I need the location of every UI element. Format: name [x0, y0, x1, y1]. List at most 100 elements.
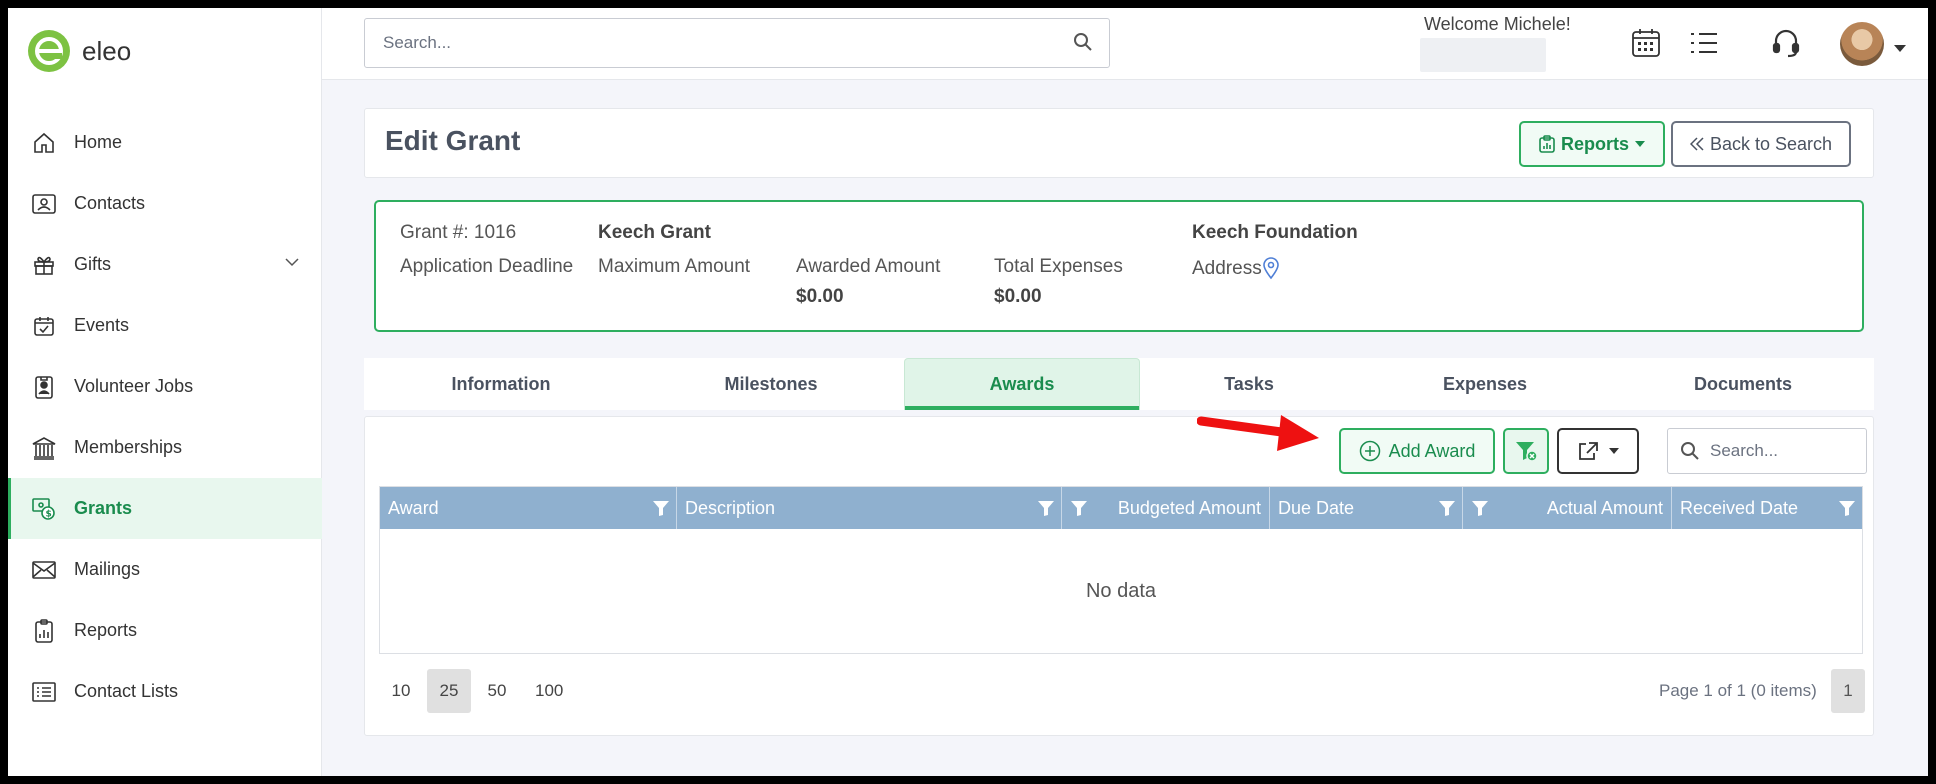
sidebar-item-label: Reports [74, 620, 138, 640]
add-award-button[interactable]: Add Award [1339, 428, 1495, 474]
page-info: Page 1 of 1 (0 items) [1659, 681, 1817, 700]
sidebar-item-events[interactable]: Events [8, 295, 322, 356]
global-search-input[interactable]: Search... [364, 18, 1110, 68]
grant-tabs: Information Milestones Awards Tasks Expe… [364, 358, 1874, 410]
reports-dropdown-button[interactable]: Reports [1519, 121, 1665, 167]
sidebar-item-label: Mailings [74, 559, 141, 579]
envelope-icon [30, 556, 58, 584]
sidebar-item-label: Memberships [74, 437, 183, 457]
double-chevron-left-icon [1689, 137, 1704, 151]
column-label: Actual Amount [1546, 497, 1663, 518]
filter-clear-icon [1516, 442, 1538, 462]
page-size-50[interactable]: 50 [475, 669, 519, 713]
welcome-text: Welcome Michele! [1424, 14, 1571, 34]
awarded-amount-value: $0.00 [796, 286, 844, 307]
column-label: Award [388, 497, 439, 518]
page-number-button[interactable]: 1 [1831, 669, 1865, 713]
foundation-name[interactable]: Keech Foundation [1192, 222, 1358, 244]
application-deadline-label: Application Deadline [400, 256, 574, 277]
page-title: Edit Grant [385, 125, 521, 156]
filter-icon[interactable] [652, 499, 670, 522]
caret-down-icon [1609, 448, 1619, 454]
column-description[interactable]: Description [677, 487, 1062, 529]
sidebar-item-mailings[interactable]: Mailings [8, 539, 322, 600]
grid-search-input[interactable]: Search... [1667, 428, 1867, 474]
tab-expenses[interactable]: Expenses [1358, 358, 1612, 410]
table-header: Award Description Budgeted Amount Due Da… [380, 487, 1862, 529]
sidebar-item-label: Contacts [74, 193, 146, 213]
sidebar-item-label: Volunteer Jobs [74, 376, 194, 396]
filter-icon[interactable] [1471, 499, 1489, 522]
filter-icon[interactable] [1070, 499, 1088, 522]
filter-icon[interactable] [1438, 499, 1456, 522]
task-list-icon[interactable] [1686, 25, 1722, 61]
svg-text:$: $ [46, 509, 52, 519]
caret-down-icon[interactable] [1894, 40, 1906, 58]
sidebar-item-grants[interactable]: $ Grants [8, 478, 322, 539]
column-label: Received Date [1680, 497, 1799, 518]
back-to-search-button[interactable]: Back to Search [1671, 121, 1851, 167]
page-size-100[interactable]: 100 [523, 669, 575, 713]
sidebar-item-volunteer-jobs[interactable]: Volunteer Jobs [8, 356, 322, 417]
grant-summary-card: Grant #: 1016 Application Deadline Keech… [374, 200, 1864, 332]
search-icon [1680, 441, 1700, 466]
headset-support-icon[interactable] [1768, 25, 1804, 61]
avatar[interactable] [1840, 22, 1884, 66]
map-pin-icon[interactable] [1262, 256, 1280, 286]
page-size-25[interactable]: 25 [427, 669, 471, 713]
column-label: Description [685, 497, 776, 518]
filter-icon[interactable] [1838, 499, 1856, 522]
clipboard-chart-icon [30, 617, 58, 645]
tab-label: Awards [989, 374, 1055, 394]
tab-information[interactable]: Information [364, 358, 638, 410]
maximum-amount-label: Maximum Amount [598, 256, 751, 277]
page-size-selector: 10 25 50 100 [379, 669, 575, 713]
column-budgeted-amount[interactable]: Budgeted Amount [1062, 487, 1270, 529]
contact-card-icon [30, 190, 58, 218]
chevron-down-icon[interactable] [284, 254, 300, 275]
tab-label: Information [451, 373, 551, 394]
column-award[interactable]: Award [380, 487, 677, 529]
column-due-date[interactable]: Due Date [1270, 487, 1463, 529]
search-icon[interactable] [1073, 32, 1093, 57]
sidebar-item-reports[interactable]: Reports [8, 600, 322, 661]
sidebar-item-memberships[interactable]: Memberships [8, 417, 322, 478]
tab-label: Tasks [1224, 373, 1274, 394]
tab-label: Documents [1693, 373, 1792, 394]
empty-table-message: No data [1085, 579, 1157, 602]
filter-icon[interactable] [1037, 499, 1055, 522]
column-label: Due Date [1278, 497, 1355, 518]
sidebar-item-label: Grants [74, 498, 133, 518]
tab-documents[interactable]: Documents [1612, 358, 1874, 410]
awards-panel: Add Award Search... Award Description Bu… [364, 415, 1874, 736]
tab-milestones[interactable]: Milestones [638, 358, 904, 410]
page-size-10[interactable]: 10 [379, 669, 423, 713]
sidebar-item-label: Events [74, 315, 130, 335]
add-award-label: Add Award [1388, 440, 1476, 461]
sidebar-item-label: Gifts [74, 254, 112, 274]
total-expenses-value: $0.00 [994, 286, 1042, 307]
sidebar-item-label: Home [74, 132, 123, 152]
sidebar-item-home[interactable]: Home [8, 112, 322, 173]
column-actual-amount[interactable]: Actual Amount [1463, 487, 1672, 529]
back-label: Back to Search [1709, 133, 1833, 154]
eleo-logo-icon [28, 30, 70, 72]
tab-label: Milestones [724, 373, 818, 394]
grant-number: Grant #: 1016 [400, 222, 517, 243]
grant-money-icon: $ [30, 495, 58, 523]
logo[interactable]: eleo [28, 30, 131, 72]
sidebar-item-gifts[interactable]: Gifts [8, 234, 322, 295]
export-dropdown-button[interactable] [1557, 428, 1639, 474]
bank-icon [30, 434, 58, 462]
clear-filter-button[interactable] [1503, 428, 1549, 474]
sidebar-item-contacts[interactable]: Contacts [8, 173, 322, 234]
grant-name: Keech Grant [598, 222, 711, 243]
plus-circle-icon [1359, 440, 1380, 462]
column-received-date[interactable]: Received Date [1672, 487, 1862, 529]
gift-icon [30, 251, 58, 279]
tab-awards[interactable]: Awards [904, 358, 1140, 410]
sidebar-item-contact-lists[interactable]: Contact Lists [8, 661, 322, 722]
calendar-icon[interactable] [1628, 25, 1664, 61]
export-icon [1579, 442, 1598, 460]
tab-tasks[interactable]: Tasks [1140, 358, 1358, 410]
